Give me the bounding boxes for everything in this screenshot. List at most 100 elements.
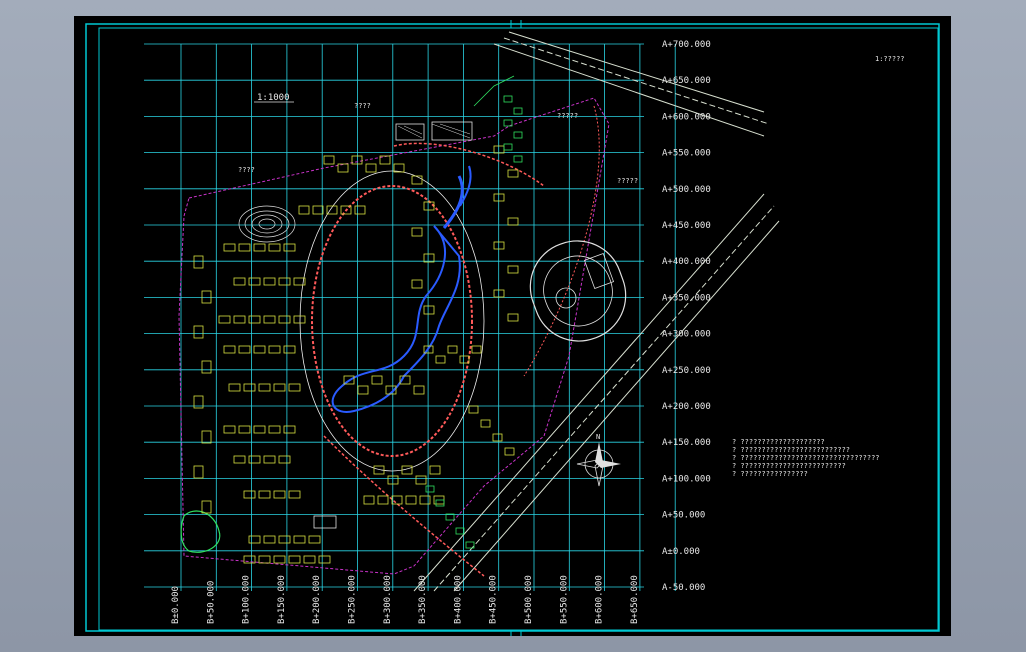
building — [513, 107, 523, 115]
building — [455, 527, 465, 535]
legend-line-1: ? ???????????????????? — [732, 438, 825, 446]
building — [351, 155, 363, 165]
building — [425, 485, 435, 493]
building — [447, 345, 458, 354]
building — [201, 360, 212, 374]
building — [288, 383, 301, 392]
building — [193, 255, 204, 269]
building — [435, 355, 446, 364]
building — [288, 555, 301, 564]
building — [223, 243, 236, 252]
y-grid-label: A+650.000 — [662, 76, 711, 86]
building — [258, 383, 271, 392]
building — [411, 279, 423, 289]
building — [258, 555, 271, 564]
area-note-4: ????? — [617, 177, 638, 185]
corner-note: 1:????? — [875, 55, 905, 63]
building — [405, 495, 417, 505]
building — [365, 163, 377, 173]
y-grid-label: A±0.000 — [662, 547, 700, 557]
pond-green — [180, 510, 221, 553]
building — [263, 315, 276, 324]
building — [513, 131, 523, 139]
building — [258, 490, 271, 499]
x-grid-label: B+300.000 — [383, 575, 393, 624]
building — [273, 490, 286, 499]
y-grid-label: A+550.000 — [662, 149, 711, 159]
building — [293, 315, 306, 324]
building — [283, 425, 296, 434]
building — [268, 243, 281, 252]
legend: ? ???????????????????? ? ???????????????… — [732, 438, 880, 478]
building — [238, 425, 251, 434]
building — [504, 447, 515, 456]
building — [263, 535, 276, 544]
x-grid-label: B+600.000 — [595, 575, 605, 624]
coordinate-grid — [144, 43, 676, 591]
building — [268, 345, 281, 354]
building — [503, 95, 513, 103]
building — [233, 277, 246, 286]
y-grid-label: A+50.000 — [662, 511, 705, 521]
x-grid-label: B+250.000 — [348, 575, 358, 624]
legend-line-2: ? ?????????????????????????? — [732, 446, 850, 454]
building — [193, 325, 204, 339]
building — [201, 430, 212, 444]
building — [354, 205, 366, 215]
x-grid-label: B+400.000 — [453, 575, 463, 624]
building — [357, 385, 369, 395]
building — [298, 205, 310, 215]
y-grid-label: A+400.000 — [662, 257, 711, 267]
building — [273, 383, 286, 392]
legend-line-4: ? ????????????????????????? — [732, 462, 846, 470]
building — [308, 535, 321, 544]
building — [415, 475, 427, 485]
x-grid-label: B+200.000 — [312, 575, 322, 624]
building — [507, 313, 519, 322]
north-label: N — [596, 433, 600, 441]
x-grid-label: B+500.000 — [524, 575, 534, 624]
building — [363, 495, 375, 505]
building — [243, 490, 256, 499]
building — [391, 495, 403, 505]
building — [371, 375, 383, 385]
building — [377, 495, 389, 505]
y-grid-label: A+250.000 — [662, 366, 711, 376]
y-grid-label: A-50.000 — [662, 583, 705, 593]
x-grid-label: B+150.000 — [277, 575, 287, 624]
building — [471, 345, 482, 354]
building — [411, 175, 423, 185]
building — [268, 425, 281, 434]
building — [507, 169, 519, 178]
building — [238, 243, 251, 252]
x-grid-label: B+450.000 — [489, 575, 499, 624]
building — [293, 535, 306, 544]
building — [253, 243, 266, 252]
y-grid-label: A+300.000 — [662, 330, 711, 340]
x-grid-label: B+350.000 — [418, 575, 428, 624]
building — [468, 405, 479, 414]
building — [278, 535, 291, 544]
building — [507, 217, 519, 226]
building — [263, 455, 276, 464]
building — [423, 253, 435, 263]
building — [429, 465, 441, 475]
building — [503, 143, 513, 151]
building — [233, 315, 246, 324]
building — [507, 265, 519, 274]
building — [435, 499, 445, 507]
building — [423, 201, 435, 211]
building — [228, 383, 241, 392]
x-grid-label: B+550.000 — [559, 575, 569, 624]
building — [248, 535, 261, 544]
building — [248, 315, 261, 324]
building — [423, 305, 435, 315]
cad-viewport[interactable]: 1:1000 1:????? ???? ???? ????? ????? N ?… — [74, 16, 951, 636]
building — [278, 277, 291, 286]
building — [253, 425, 266, 434]
building — [337, 163, 349, 173]
building — [312, 205, 324, 215]
building — [283, 243, 296, 252]
x-grid-label: B±0.000 — [171, 586, 181, 624]
building — [413, 385, 425, 395]
